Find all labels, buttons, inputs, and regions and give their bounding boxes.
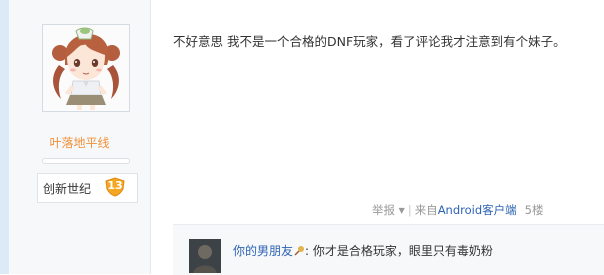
source-prefix: 来自 — [414, 203, 438, 217]
reply-item: 你的男朋友: 你才是合格玩家，眼里只有毒奶粉 — [233, 242, 493, 259]
divider: | — [407, 203, 412, 217]
post-tail: 举报 ▼ | 来自Android客户端 5楼 — [372, 202, 543, 218]
experience-bar — [42, 158, 130, 164]
page-left-margin — [0, 0, 9, 274]
report-label: 举报 — [372, 203, 395, 217]
reply-text: 你才是合格玩家，眼里只有毒奶粉 — [309, 244, 493, 258]
reply-avatar[interactable] — [189, 239, 221, 273]
report-button[interactable]: 举报 ▼ — [372, 203, 405, 217]
author-sidebar: 叶落地平线 创新世纪 13 — [9, 0, 151, 274]
caret-down-icon: ▼ — [398, 206, 405, 215]
post-content: 不好意思 我不是一个合格的DNF玩家，看了评论我才注意到有个妹子。 — [173, 34, 566, 49]
reply-thread: 你的男朋友: 你才是合格玩家，眼里只有毒奶粉 — [173, 224, 604, 275]
badge-level: 13 — [107, 179, 123, 192]
author-username[interactable]: 叶落地平线 — [9, 134, 150, 151]
client-source-link[interactable]: Android客户端 — [438, 203, 517, 217]
overflow-fade — [540, 196, 604, 222]
author-avatar[interactable] — [42, 24, 130, 112]
forum-badge[interactable]: 创新世纪 13 — [37, 173, 138, 203]
level-shield-icon: 13 — [104, 177, 126, 197]
pen-icon — [294, 246, 305, 256]
badge-name: 创新世纪 — [43, 182, 92, 196]
anime-girl-avatar-icon — [43, 25, 129, 111]
reply-username[interactable]: 你的男朋友 — [233, 244, 293, 258]
